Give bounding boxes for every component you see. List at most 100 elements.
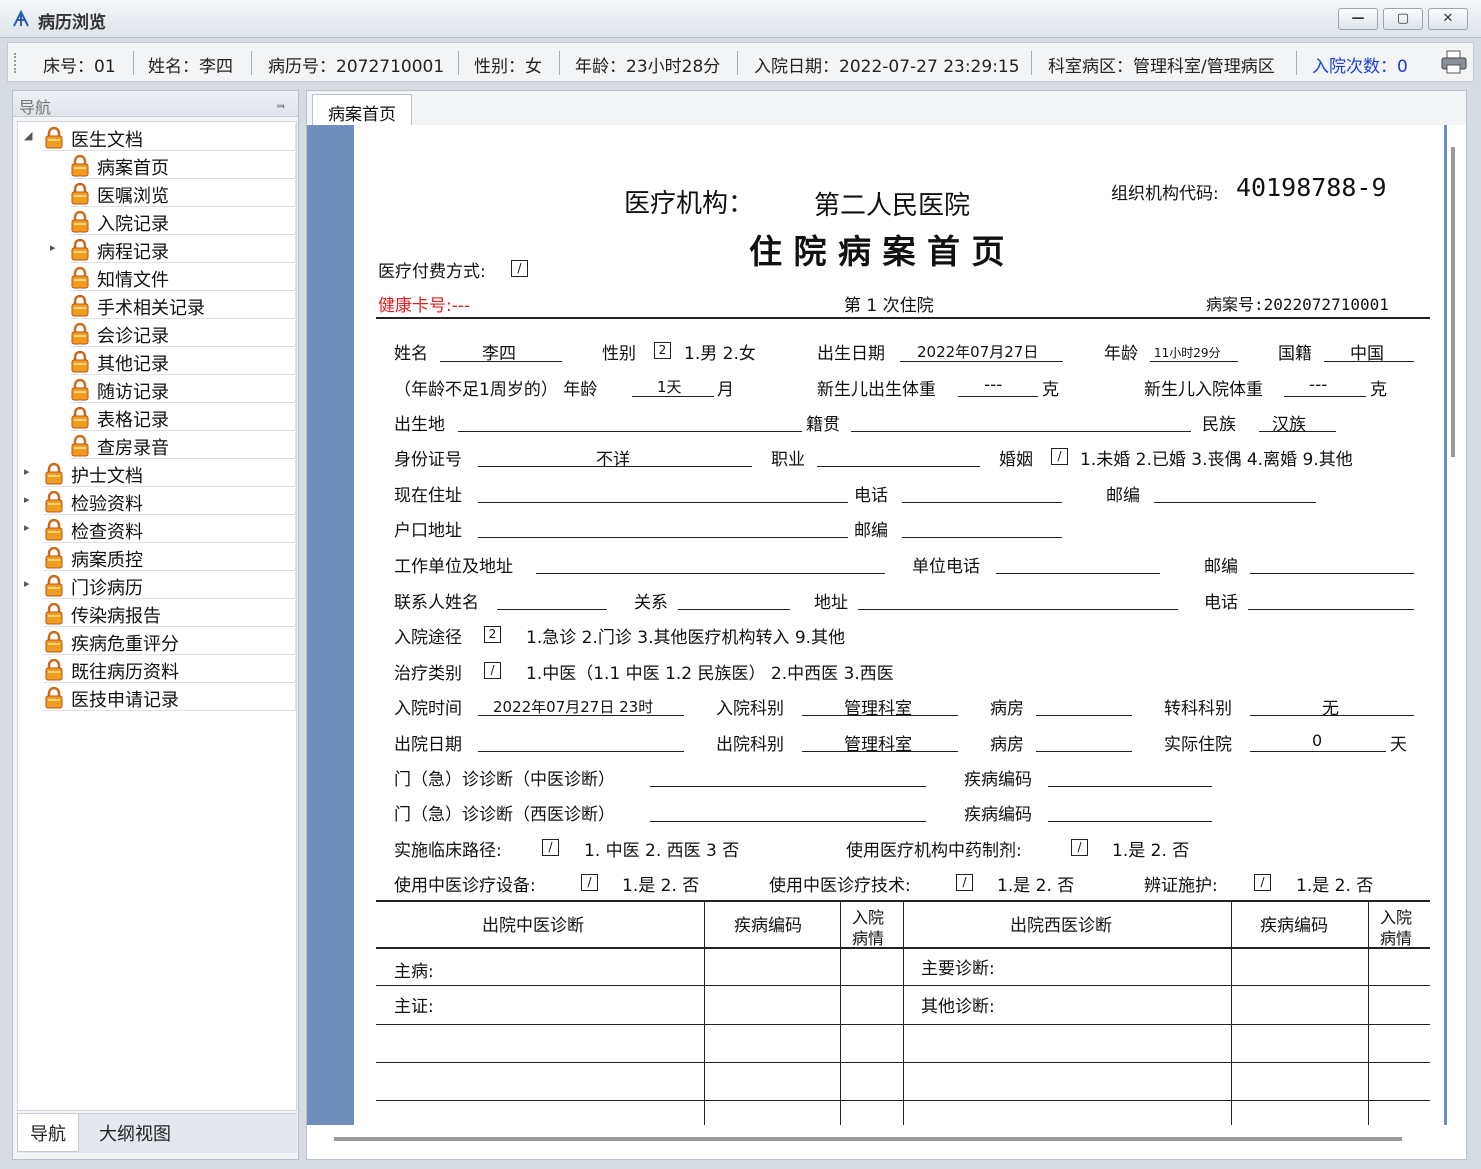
tree-item-nurse-documents[interactable]: ▸ 护士文档	[24, 460, 296, 487]
tcm-technique-box[interactable]: /	[956, 874, 973, 891]
tree-item-doctor-documents[interactable]: ◢ 医生文档	[24, 124, 296, 151]
disease-code-label: 疾病编码	[964, 805, 1032, 825]
health-card-number: 健康卡号:---	[378, 296, 471, 316]
expander-arrow-icon[interactable]: ◢	[24, 129, 32, 142]
printer-icon[interactable]	[1440, 49, 1468, 75]
tree-item-label: 检查资料	[71, 522, 143, 543]
nationality-label: 国籍	[1278, 344, 1312, 364]
payment-method-label: 医疗付费方式:	[378, 262, 486, 282]
expander-arrow-icon[interactable]: ▸	[24, 521, 30, 534]
tree-item-infectious-disease-report[interactable]: 传染病报告	[44, 600, 296, 627]
lock-icon	[45, 519, 63, 541]
patient-name: 姓名：李四	[148, 57, 233, 77]
column-header-wm-diagnosis: 出院西医诊断	[1010, 916, 1112, 936]
sex-box[interactable]: 2	[654, 342, 671, 359]
underline	[497, 609, 607, 610]
column-header-disease-code: 疾病编码	[734, 916, 802, 936]
tab-navigation[interactable]: 导航	[17, 1114, 79, 1152]
syndrome-nursing-box[interactable]: /	[1254, 874, 1271, 891]
institution-name: 第二人民医院	[814, 191, 971, 221]
tab-outline-view[interactable]: 大纲视图	[87, 1114, 183, 1152]
tree-item-label: 会诊记录	[97, 326, 169, 347]
tree-item-label: 表格记录	[97, 410, 169, 431]
tree-item-consent-files[interactable]: 知情文件	[70, 264, 296, 291]
tcm-technique-label: 使用中医诊疗技术:	[769, 876, 911, 896]
underline	[858, 609, 1178, 610]
navigation-tree: ◢ 医生文档 病案首页 医嘱浏览 入院记录 ▸ 病程记录 知情文件 手术相关记录会诊记录 其他记录…	[17, 121, 297, 1111]
close-button[interactable]: ✕	[1428, 8, 1468, 30]
expander-arrow-icon[interactable]: ▸	[24, 493, 30, 506]
underline	[478, 466, 752, 467]
tree-item-disease-severity-score[interactable]: 疾病危重评分	[44, 628, 296, 655]
tree-item-label: 传染病报告	[71, 606, 161, 627]
tree-item-progress-record[interactable]: ▸ 病程记录	[50, 236, 296, 263]
lock-icon	[71, 295, 89, 317]
tree-item-other-records[interactable]: 其他记录	[70, 348, 296, 375]
scrollbar-thumb[interactable]	[334, 1137, 1402, 1141]
tree-item-form-records[interactable]: 表格记录	[70, 404, 296, 431]
admission-weight-label: 新生儿入院体重	[1144, 380, 1263, 400]
lock-icon	[45, 491, 63, 513]
separator	[1296, 51, 1297, 75]
tree-item-ward-round-audio[interactable]: 查房录音	[70, 432, 296, 459]
zip-label: 邮编	[1204, 557, 1238, 577]
underline	[851, 431, 1191, 432]
expander-arrow-icon[interactable]: ▸	[50, 241, 56, 254]
minimize-button[interactable]: —	[1338, 8, 1378, 30]
tree-item-admission-record[interactable]: 入院记录	[70, 208, 296, 235]
length-of-stay-value: 0	[1312, 731, 1323, 750]
admission-route-box[interactable]: 2	[484, 626, 501, 643]
maximize-button[interactable]: ▢	[1383, 8, 1423, 30]
pin-icon[interactable]: ᆿ	[275, 94, 286, 111]
underline	[900, 361, 1063, 362]
tree-item-consultation-record[interactable]: 会诊记录	[70, 320, 296, 347]
underline	[1154, 502, 1316, 503]
org-code-label: 组织机构代码:	[1111, 184, 1219, 204]
transfer-dept-label: 转科科别	[1164, 699, 1232, 719]
admission-dept-label: 入院科别	[716, 699, 784, 719]
toolbar-grip[interactable]	[14, 53, 18, 73]
lock-icon	[71, 211, 89, 233]
tab-case-front-page[interactable]: 病案首页	[312, 94, 412, 126]
underline	[632, 396, 714, 397]
underline	[1284, 396, 1366, 397]
tree-item-medtech-request-record[interactable]: 医技申请记录	[44, 684, 296, 711]
admission-time-label: 入院时间	[394, 699, 462, 719]
herbal-preparation-box[interactable]: /	[1071, 839, 1088, 856]
tree-item-surgery-records[interactable]: 手术相关记录	[70, 292, 296, 319]
clinical-pathway-box[interactable]: /	[542, 839, 559, 856]
tcm-equipment-box[interactable]: /	[581, 874, 598, 891]
lock-icon	[45, 127, 63, 149]
tree-item-exam-data[interactable]: ▸ 检查资料	[24, 516, 296, 543]
payment-method-box[interactable]: /	[511, 260, 528, 277]
tree-item-case-front-page[interactable]: 病案首页	[70, 152, 296, 179]
sex-options: 1.男 2.女	[684, 344, 756, 364]
column-header-tcm-diagnosis: 出院中医诊断	[482, 916, 584, 936]
separator	[458, 51, 459, 75]
ward-label: 病房	[990, 699, 1024, 719]
tree-item-outpatient-record[interactable]: ▸ 门诊病历	[24, 572, 296, 599]
separator	[133, 51, 134, 75]
admission-count-link[interactable]: 入院次数：0	[1312, 52, 1408, 77]
table-border	[704, 900, 705, 1125]
tree-item-orders-browse[interactable]: 医嘱浏览	[70, 180, 296, 207]
tree-item-label: 疾病危重评分	[71, 634, 179, 655]
horizontal-scrollbar[interactable]	[307, 1125, 1466, 1159]
tree-item-lab-data[interactable]: ▸ 检验资料	[24, 488, 296, 515]
column-header-disease-code: 疾病编码	[1260, 916, 1328, 936]
tree-item-follow-up-record[interactable]: 随访记录	[70, 376, 296, 403]
expander-arrow-icon[interactable]: ▸	[24, 577, 30, 590]
scrollbar-thumb[interactable]	[1451, 147, 1455, 457]
expander-arrow-icon[interactable]: ▸	[24, 465, 30, 478]
tree-item-case-quality-control[interactable]: 病案质控	[44, 544, 296, 571]
underline	[1048, 821, 1212, 822]
underline	[1324, 361, 1414, 362]
phone-label: 电话	[854, 486, 888, 506]
tree-item-past-records[interactable]: 既往病历资料	[44, 656, 296, 683]
marital-box[interactable]: /	[1051, 448, 1068, 465]
relation-label: 关系	[634, 593, 668, 613]
treatment-type-box[interactable]: /	[484, 662, 501, 679]
vertical-scrollbar[interactable]	[1447, 125, 1466, 1125]
navigation-tabs: 导航 大纲视图	[17, 1113, 297, 1153]
record-number: 病历号：2072710001	[268, 57, 445, 77]
